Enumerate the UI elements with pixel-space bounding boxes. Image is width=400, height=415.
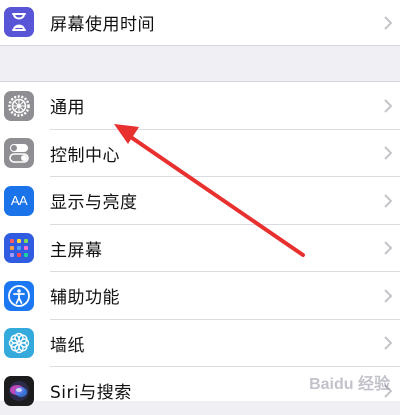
chevron-right-icon [384, 241, 393, 255]
settings-row-general[interactable]: 通用 [0, 82, 400, 130]
app-grid-icon [4, 233, 34, 264]
chevron-right-icon [384, 99, 393, 113]
settings-row-label: 屏幕使用时间 [50, 15, 155, 35]
settings-row-label: 主屏幕 [50, 240, 103, 261]
settings-group-main: 通用 控制中心 AA 显示与亮度 主屏幕 辅助功能 墙纸 Siri与搜索 [0, 81, 400, 406]
settings-row-label: 墙纸 [50, 335, 85, 356]
settings-row-home-screen[interactable]: 主屏幕 [0, 225, 400, 272]
settings-row-accessibility[interactable]: 辅助功能 [0, 272, 400, 320]
chevron-right-icon [384, 146, 393, 160]
settings-row-screen-time[interactable]: 屏幕使用时间 [0, 0, 400, 45]
settings-row-label: 显示与亮度 [50, 193, 138, 214]
settings-group-top: 屏幕使用时间 [0, 0, 400, 46]
settings-row-label: 通用 [50, 98, 85, 119]
chevron-right-icon [384, 336, 393, 350]
text-size-icon: AA [4, 185, 34, 216]
chevron-right-icon [384, 194, 393, 208]
chevron-right-icon [384, 289, 393, 303]
settings-row-control-center[interactable]: 控制中心 [0, 130, 400, 177]
flower-icon [4, 328, 34, 359]
hourglass-icon [4, 7, 34, 37]
watermark: Baidu 经验 [309, 376, 390, 393]
gear-icon [4, 90, 34, 121]
accessibility-icon [4, 280, 34, 311]
settings-row-label: 控制中心 [50, 145, 120, 166]
settings-row-label: 辅助功能 [50, 288, 120, 309]
settings-row-display-brightness[interactable]: AA 显示与亮度 [0, 177, 400, 225]
text-size-glyph: AA [10, 193, 28, 209]
chevron-right-icon [384, 15, 393, 30]
siri-icon [4, 375, 34, 406]
toggles-icon [4, 138, 34, 169]
settings-row-wallpaper[interactable]: 墙纸 [0, 320, 400, 367]
